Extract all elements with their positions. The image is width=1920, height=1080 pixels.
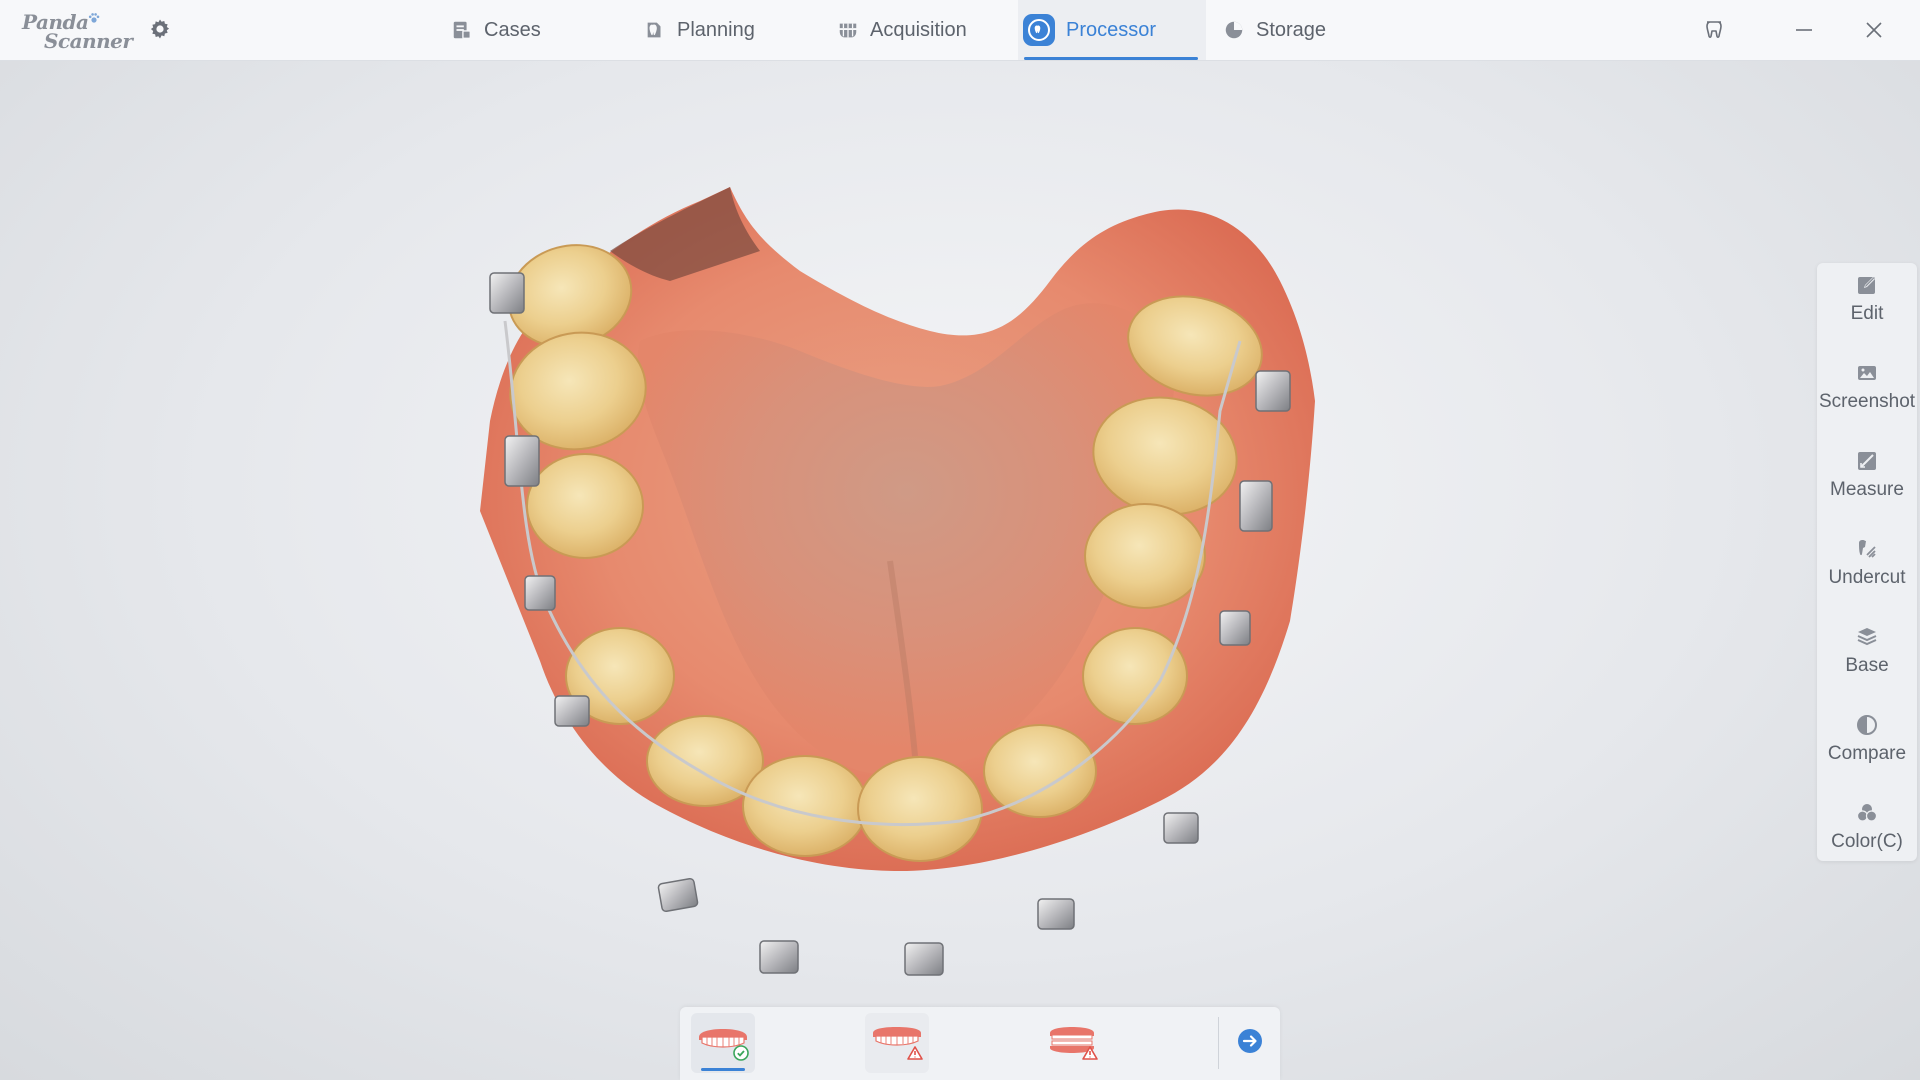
color-icon [1856,804,1878,822]
bar-divider [1218,1017,1219,1069]
tool-compare-label: Compare [1827,743,1907,764]
tool-undercut-label: Undercut [1828,567,1906,588]
tool-edit-label: Edit [1850,303,1884,324]
logo-line2: Scanner [44,29,133,53]
tool-panel: Edit Screenshot Measure Undercut Base Co… [1817,263,1917,861]
minimize-icon[interactable] [1788,14,1820,46]
bite-warning-icon [1050,1027,1098,1060]
tab-processor-label: Processor [1066,18,1157,41]
tool-color[interactable]: Color(C) [1817,791,1917,879]
measure-icon [1858,452,1876,470]
tab-acquisition-label: Acquisition [870,18,967,41]
bite-button[interactable] [1040,1013,1104,1073]
tool-measure[interactable]: Measure [1817,439,1917,527]
storage-icon [1222,18,1246,42]
tab-storage-label: Storage [1256,18,1327,41]
tab-storage[interactable]: Storage [1222,0,1372,60]
dental-scan-model[interactable] [460,181,1520,1001]
tool-measure-label: Measure [1830,479,1904,500]
acquisition-icon [836,18,860,42]
app-logo: Panda Scanner [22,8,133,54]
tool-edit[interactable]: Edit [1817,263,1917,351]
tool-compare[interactable]: Compare [1817,703,1917,791]
base-icon [1857,628,1877,646]
close-icon[interactable] [1858,14,1890,46]
settings-gear-icon[interactable] [148,17,172,41]
cases-icon [450,18,474,42]
tool-color-label: Color(C) [1831,831,1903,852]
edit-icon [1858,277,1875,294]
next-arrow-icon[interactable] [1236,1027,1264,1055]
tool-screenshot-label: Screenshot [1818,391,1916,412]
tooth-view-icon[interactable] [1698,14,1730,46]
upper-jaw-button[interactable] [691,1013,755,1073]
tool-base[interactable]: Base [1817,615,1917,703]
tab-cases-label: Cases [484,18,541,41]
tool-base-label: Base [1845,655,1889,676]
tab-acquisition[interactable]: Acquisition [836,0,1016,60]
tool-undercut[interactable]: Undercut [1817,527,1917,615]
undercut-icon [1859,540,1876,558]
planning-icon [643,18,667,42]
tool-screenshot[interactable]: Screenshot [1817,351,1917,439]
processor-icon [1022,13,1056,47]
lower-jaw-button[interactable] [865,1013,929,1073]
screenshot-icon [1858,366,1876,380]
tab-cases[interactable]: Cases [450,0,600,60]
jaw-selector-bar [680,1007,1280,1080]
paw-icon [88,13,100,23]
top-bar: Panda Scanner Cases Planning Acquisition… [0,0,1920,61]
compare-icon [1857,715,1877,735]
lower-jaw-warning-icon [873,1027,923,1060]
tab-processor[interactable]: Processor [1018,0,1206,60]
upper-jaw-ok-icon [699,1029,749,1061]
tab-planning-label: Planning [677,18,755,41]
3d-viewport[interactable]: Edit Screenshot Measure Undercut Base Co… [0,61,1920,1080]
tab-planning[interactable]: Planning [643,0,808,60]
